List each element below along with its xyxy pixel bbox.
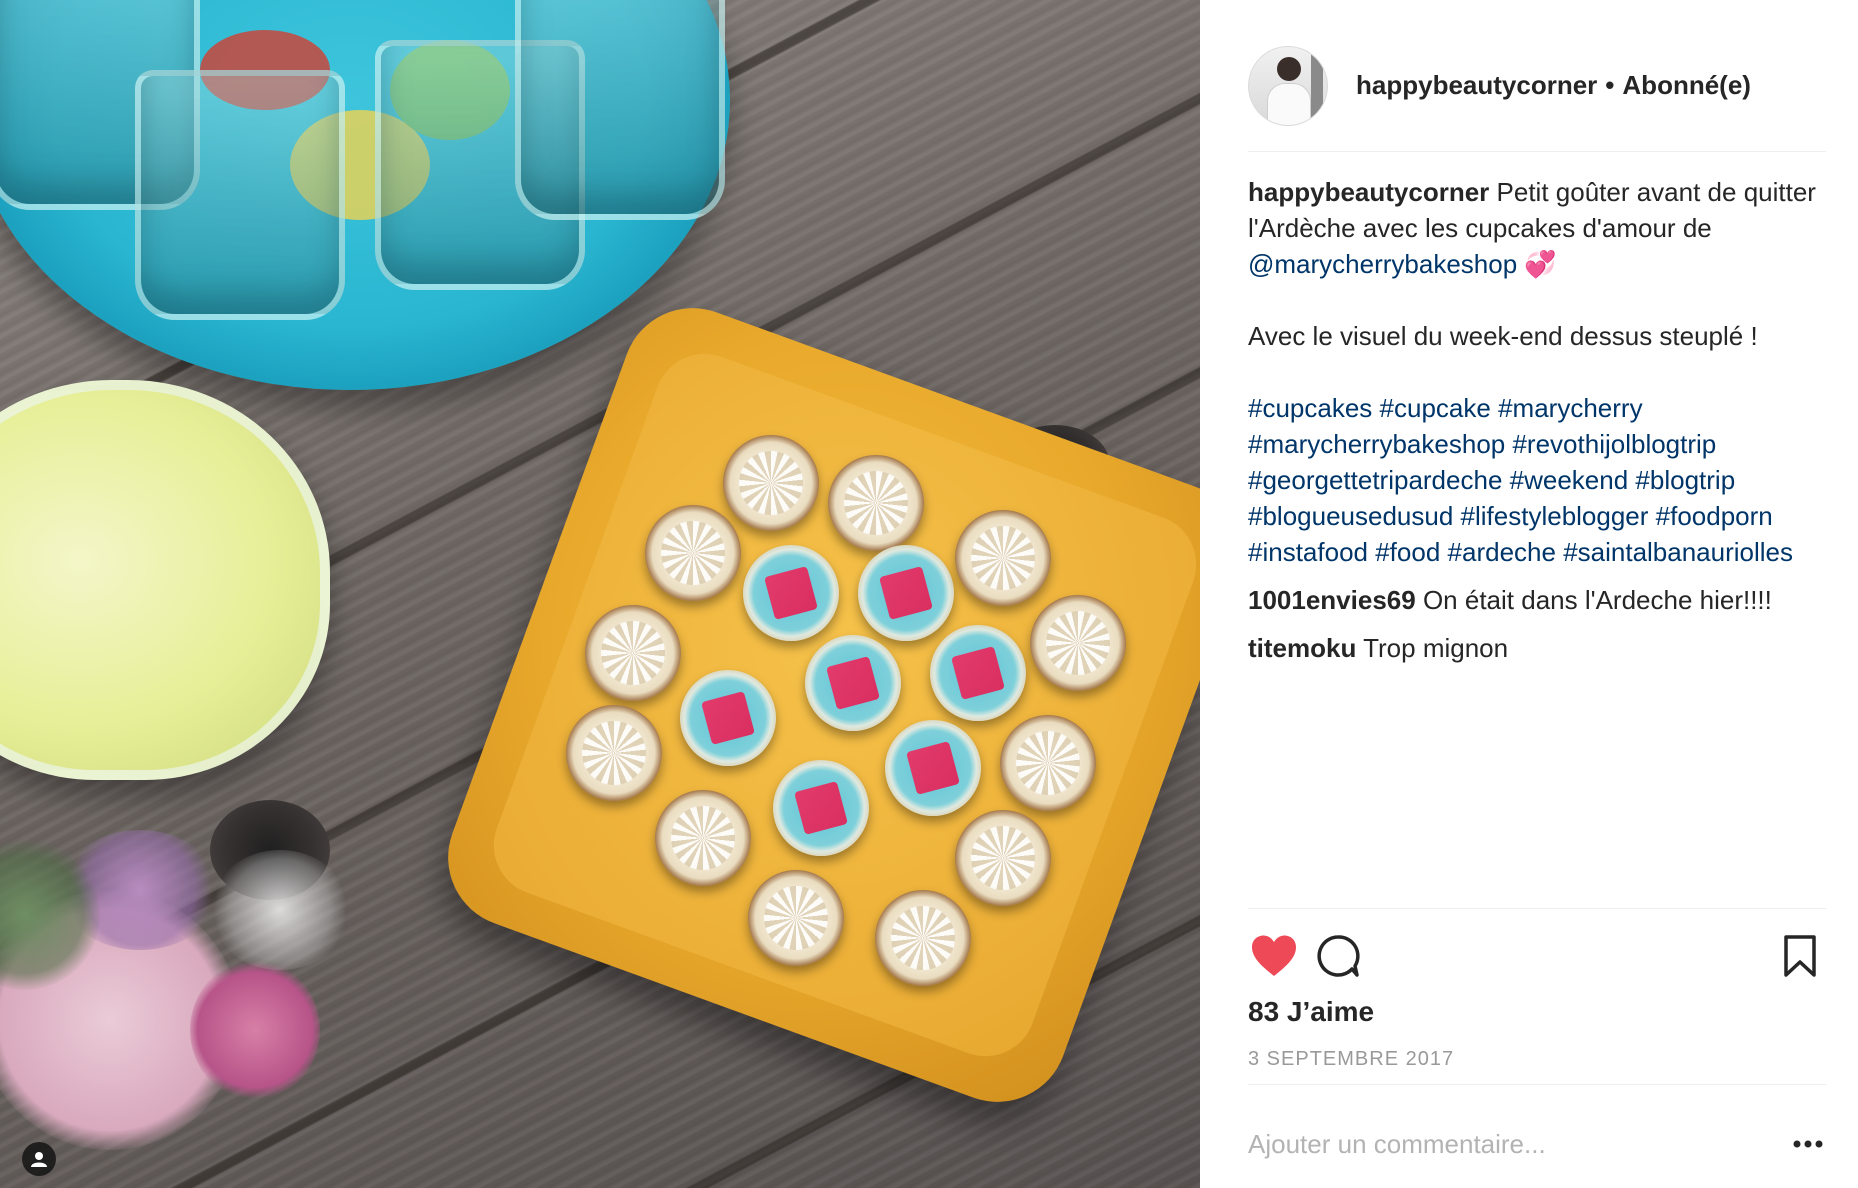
comment-username[interactable]: titemoku [1248,633,1356,663]
comment-text: Trop mignon [1363,633,1509,663]
hashtag[interactable]: #weekend [1510,465,1629,495]
post-photo[interactable] [0,0,1200,1188]
cupcake-printed [773,760,869,856]
heart-emoji: 💞 [1524,249,1557,279]
divider [1248,1084,1826,1085]
cupcake-printed [930,625,1026,721]
comment-button[interactable] [1312,930,1364,982]
cupcake-printed [885,720,981,816]
cupcake [655,790,751,886]
hashtag[interactable]: #cupcake [1380,393,1491,423]
action-bar [1248,930,1826,986]
cupcake [566,705,662,801]
caption-text-2: Avec le visuel du week-end dessus steupl… [1248,321,1758,351]
caption-hashtags: #cupcakes #cupcake #marycherry #marycher… [1248,390,1826,570]
ellipsis-icon [1793,1140,1823,1148]
hashtag[interactable]: #saintalbanauriolles [1563,537,1793,567]
hashtag[interactable]: #instafood [1248,537,1368,567]
cupcake [585,605,681,701]
hashtag[interactable]: #foodporn [1656,501,1773,531]
follow-status[interactable]: Abonné(e) [1622,70,1751,100]
like-button[interactable] [1248,930,1300,982]
separator-dot: • [1605,70,1615,100]
bookmark-icon [1784,935,1816,977]
divider [1248,908,1826,909]
caption-username[interactable]: happybeautycorner [1248,177,1489,207]
comment-text: On était dans l'Ardeche hier!!!! [1422,585,1772,615]
cupcake [723,435,819,531]
flower-bouquet [0,830,380,1188]
more-options-button[interactable] [1790,1130,1826,1158]
glass [515,0,725,220]
lemonade-pitcher [0,380,330,780]
post-date[interactable]: 3 SEPTEMBRE 2017 [1248,1048,1454,1071]
tagged-people-icon[interactable] [22,1142,56,1176]
comment: titemoku Trop mignon [1248,630,1826,666]
post-header: happybeautycorner • Abonné(e) [1248,30,1826,152]
cupcake [875,890,971,986]
cupcake-printed [680,670,776,766]
comments-list: happybeautycorner Petit goûter avant de … [1248,174,1826,678]
heart-icon [1252,935,1296,976]
hashtag[interactable]: #ardeche [1448,537,1556,567]
hashtag[interactable]: #blogueusedusud [1248,501,1453,531]
comment: 1001envies69 On était dans l'Ardeche hie… [1248,582,1826,618]
hashtag[interactable]: #cupcakes [1248,393,1372,423]
cupcake [955,510,1051,606]
hashtag[interactable]: #marycherry [1498,393,1642,423]
hashtag[interactable]: #georgettetripardeche [1248,465,1502,495]
hashtag[interactable]: #revothijolblogtrip [1512,429,1716,459]
save-button[interactable] [1774,930,1826,982]
comment-username[interactable]: 1001envies69 [1248,585,1416,615]
glass [135,70,345,320]
likes-count[interactable]: 83 J’aime [1248,996,1374,1028]
speech-bubble-icon [1317,935,1360,977]
author-avatar[interactable] [1248,45,1328,126]
hashtag[interactable]: #blogtrip [1635,465,1735,495]
cupcake-printed [805,635,901,731]
cupcake [1030,595,1126,691]
cupcake-printed [858,545,954,641]
cupcake [748,870,844,966]
caption: happybeautycorner Petit goûter avant de … [1248,174,1826,570]
cupcake [1000,715,1096,811]
caption-mention[interactable]: @marycherrybakeshop [1248,249,1517,279]
hashtag[interactable]: #lifestyleblogger [1461,501,1649,531]
comment-input[interactable] [1248,1122,1758,1166]
post-side-panel: happybeautycorner • Abonné(e) happybeautyc… [1200,0,1858,1188]
hashtag[interactable]: #marycherrybakeshop [1248,429,1505,459]
header-title: happybeautycorner • Abonné(e) [1356,70,1751,101]
author-username[interactable]: happybeautycorner [1356,70,1597,100]
hashtag[interactable]: #food [1375,537,1440,567]
cupcake-printed [743,545,839,641]
cupcake [645,505,741,601]
cupcake [955,810,1051,906]
cupcake [828,455,924,551]
